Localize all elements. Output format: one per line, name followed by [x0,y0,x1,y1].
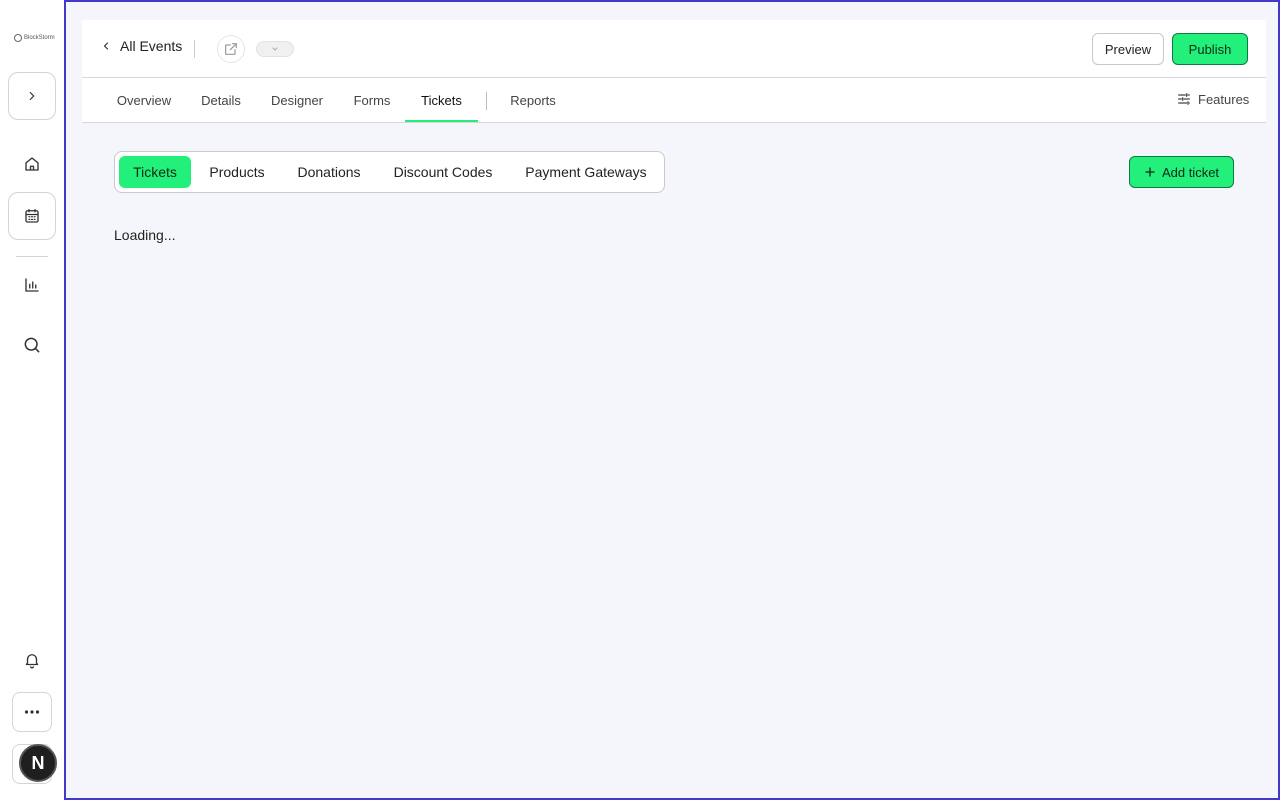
sidebar-item-events[interactable] [8,192,56,240]
event-nav: Overview Details Designer Forms Tickets … [82,77,1266,123]
sliders-icon [1176,91,1192,107]
subtab-tickets[interactable]: Tickets [119,156,191,188]
open-external-button[interactable] [217,35,245,63]
chevron-left-icon [100,40,112,52]
publish-button[interactable]: Publish [1172,33,1248,65]
more-horizontal-icon [24,709,40,715]
sidebar-item-search[interactable] [8,321,56,369]
calendar-icon [23,207,41,225]
subtab-donations[interactable]: Donations [285,156,373,188]
avatar[interactable]: N [19,744,57,782]
chevron-right-icon [25,89,39,103]
logo-text: BlockStorm [24,35,55,41]
active-tab-indicator [405,120,478,122]
avatar-letter: N [31,752,45,773]
subtab-products[interactable]: Products [197,156,277,188]
tab-details[interactable]: Details [190,78,252,122]
tab-overview[interactable]: Overview [102,78,186,122]
external-link-icon [223,41,239,57]
ticket-subtabs: Tickets Products Donations Discount Code… [114,151,665,193]
back-label: All Events [120,38,183,54]
features-button[interactable]: Features [1176,91,1249,107]
features-label: Features [1198,91,1250,107]
main-frame: All Events Preview Publish Overview Deta… [64,0,1280,800]
tab-tickets[interactable]: Tickets [405,78,478,122]
add-ticket-button[interactable]: Add ticket [1129,156,1234,188]
home-icon [23,155,41,173]
logo-mark-icon [14,34,22,42]
preview-button[interactable]: Preview [1092,33,1164,65]
sidebar-more-button[interactable] [12,692,52,732]
sidebar-divider [16,256,48,257]
sidebar: BlockStorm N [0,0,64,800]
brand-logo: BlockStorm [14,32,55,44]
subtab-discount-codes[interactable]: Discount Codes [381,156,505,188]
loading-text: Loading... [114,227,176,243]
add-ticket-label: Add ticket [1161,164,1220,180]
event-header: All Events Preview Publish [82,20,1266,77]
status-dropdown[interactable] [256,41,294,57]
subtab-payment-gateways[interactable]: Payment Gateways [513,156,659,188]
search-icon [22,335,42,355]
bell-icon [23,651,41,669]
chevron-down-icon [271,45,279,53]
tab-designer[interactable]: Designer [256,78,338,122]
tab-forms[interactable]: Forms [342,78,402,122]
sidebar-item-home[interactable] [8,140,56,188]
sidebar-item-analytics[interactable] [8,261,56,309]
bar-chart-icon [23,276,41,294]
sidebar-expand-button[interactable] [8,72,56,120]
back-to-events-link[interactable]: All Events [100,38,182,54]
plus-icon [1144,166,1156,178]
nav-divider [486,92,487,110]
header-divider [194,40,195,58]
sidebar-item-notifications[interactable] [8,636,56,684]
tab-reports[interactable]: Reports [500,78,566,122]
